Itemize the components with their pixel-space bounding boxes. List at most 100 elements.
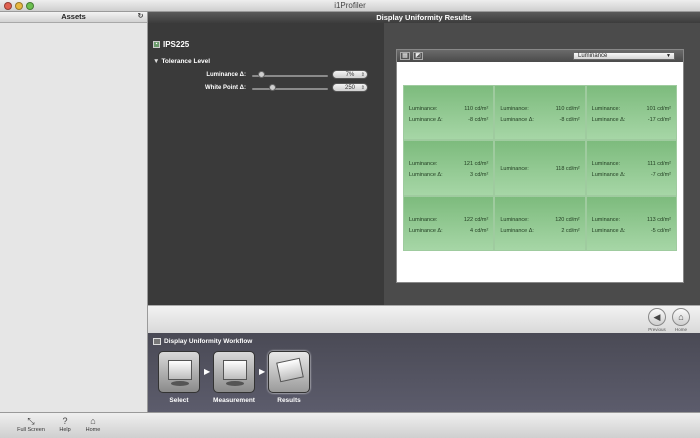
grid-cell-bottom-center: Luminance: 120 cd/m² Luminance Δ: 2 cd/m² [495, 196, 585, 250]
grid-cell-middle-left: Luminance: 121 cd/m² Luminance Δ: 3 cd/m² [404, 141, 494, 195]
chart-view-icon[interactable]: ◩ [413, 52, 423, 60]
arrow-right-icon: ▶ [259, 367, 266, 376]
grid-cell-top-right: Luminance: 101 cd/m² Luminance Δ: -17 cd/m… [586, 86, 676, 140]
fullscreen-icon: ⤡ [27, 416, 35, 426]
home-icon[interactable]: ⌂ [672, 308, 690, 326]
luminance-value: 113 cd/m² [646, 216, 671, 223]
stepper-arrows-icon[interactable]: ⇕ [361, 71, 365, 79]
main-panel: Display Uniformity Results ▪ IPS225 ▼ Tol… [148, 12, 700, 305]
luminance-delta-label: Luminance Δ: [500, 227, 534, 234]
luminance-delta-value: -7 cd/m² [650, 172, 671, 179]
grid-cell-top-center: Luminance: 110 cd/m² Luminance Δ: -8 cd/m² [495, 86, 585, 140]
minimize-window-button[interactable] [15, 2, 23, 10]
metric-dropdown-value: Luminance [578, 53, 608, 59]
zoom-window-button[interactable] [26, 2, 34, 10]
assets-title: Assets [61, 12, 86, 21]
step-select-button[interactable] [158, 351, 200, 393]
luminance-delta-label: Luminance Δ: [591, 227, 626, 234]
step-measurement-label: Measurement [213, 397, 255, 404]
luminance-label: Luminance: [591, 161, 621, 168]
luminance-slider-thumb[interactable] [257, 71, 265, 78]
whitepoint-stepper[interactable]: 250 ⇕ [332, 83, 368, 92]
disclosure-triangle-icon[interactable]: ▼ [153, 58, 159, 65]
results-toolbar: ▦ ◩ Luminance ▼ [397, 50, 683, 62]
luminance-delta-value: 3 cd/m² [469, 172, 489, 179]
luminance-delta-value: -8 cd/m² [559, 117, 580, 123]
settings-panel: ▪ IPS225 ▼ Tolerance Level Luminance Δ: 7… [148, 23, 384, 305]
grid-cell-bottom-right: Luminance: 113 cd/m² Luminance Δ: -5 cd/m² [586, 196, 676, 250]
display-stand-icon [171, 381, 189, 386]
step-select-label: Select [169, 397, 189, 404]
previous-label: Previous [648, 327, 666, 332]
help-icon: ? [62, 416, 68, 426]
luminance-delta-value: -5 cd/m² [650, 227, 671, 234]
home-label: Home [85, 427, 101, 433]
luminance-delta-label: Luminance Δ: [500, 117, 534, 123]
grid-cell-middle-right: Luminance: 111 cd/m² Luminance Δ: -7 cd/m² [586, 141, 676, 195]
window-titlebar: i1Profiler [0, 0, 700, 12]
luminance-label: Luminance: [409, 161, 438, 168]
measurement-icon [223, 360, 247, 380]
luminance-delta-value: 2 cd/m² [561, 227, 580, 234]
chevron-down-icon: ▼ [666, 53, 671, 59]
home-button[interactable]: ⌂ Home [78, 416, 108, 433]
assets-header: Assets ↻ [0, 12, 147, 23]
luminance-delta-value: -8 cd/m² [468, 117, 489, 123]
luminance-label: Luminance: [500, 106, 529, 112]
luminance-delta-label: Luminance Δ: [409, 117, 443, 123]
help-button[interactable]: ? Help [50, 416, 80, 433]
whitepoint-slider[interactable] [252, 88, 328, 90]
luminance-value: 118 cd/m² [555, 166, 580, 173]
luminance-label: Luminance: [500, 166, 529, 173]
luminance-label: Luminance: [591, 216, 621, 223]
display-icon [168, 360, 192, 380]
arrow-right-icon: ▶ [204, 367, 211, 376]
luminance-stepper[interactable]: 7% ⇕ [332, 70, 368, 79]
tolerance-header[interactable]: ▼ Tolerance Level [153, 58, 210, 65]
luminance-delta-label: Luminance Δ: [591, 172, 626, 179]
fullscreen-label: Full Screen [17, 427, 45, 433]
home-icon: ⌂ [90, 416, 96, 426]
metric-dropdown[interactable]: Luminance ▼ [573, 52, 675, 60]
step-results-button[interactable] [268, 351, 310, 393]
luminance-delta-value: 4 cd/m² [469, 227, 489, 234]
grid-cell-center-reference: Luminance: 118 cd/m² [495, 141, 585, 195]
luminance-label: Luminance: [409, 216, 438, 223]
window-title: i1Profiler [334, 1, 366, 10]
workflow-title: Display Uniformity Workflow [164, 338, 253, 345]
display-stand-icon [226, 381, 244, 386]
luminance-label: Luminance: [409, 106, 438, 112]
device-row: ▪ IPS225 [153, 40, 189, 49]
device-name: IPS225 [163, 40, 190, 49]
luminance-value: 121 cd/m² [463, 161, 489, 168]
luminance-delta-label: Luminance Δ: [206, 72, 246, 78]
help-label: Help [59, 427, 71, 433]
whitepoint-value: 250 [344, 85, 355, 91]
stepper-arrows-icon[interactable]: ⇕ [361, 84, 365, 92]
luminance-value: 7% [345, 72, 355, 78]
grid-cell-bottom-left: Luminance: 122 cd/m² Luminance Δ: 4 cd/m² [404, 196, 494, 250]
fullscreen-button[interactable]: ⤡ Full Screen [16, 416, 46, 433]
workflow-icon [153, 338, 161, 345]
home-label: Home [674, 327, 687, 332]
workflow-panel: Display Uniformity Workflow ▶ ▶ Select M… [148, 333, 700, 412]
uniformity-results: ▦ ◩ Luminance ▼ Luminance: 110 cd/m² Lumi… [396, 49, 684, 283]
luminance-label: Luminance: [500, 216, 529, 223]
assets-sidebar: Assets ↻ [0, 12, 148, 412]
luminance-value: 110 cd/m² [464, 106, 489, 112]
tolerance-title: Tolerance Level [161, 58, 211, 65]
previous-button[interactable]: ◀ [648, 308, 666, 326]
grid-cell-top-left: Luminance: 110 cd/m² Luminance Δ: -8 cd/m² [404, 86, 494, 140]
step-results-label: Results [277, 397, 301, 404]
refresh-icon[interactable]: ↻ [136, 13, 145, 21]
luminance-value: 111 cd/m² [647, 161, 671, 168]
whitepoint-delta-label: White Point Δ: [205, 85, 246, 91]
navigation-bar: ◀ Previous ⌂ Home [148, 305, 700, 333]
step-measurement-button[interactable] [213, 351, 255, 393]
luminance-value: 110 cd/m² [555, 106, 580, 112]
report-icon [276, 357, 304, 383]
grid-view-icon[interactable]: ▦ [400, 52, 410, 60]
close-window-button[interactable] [4, 2, 12, 10]
luminance-value: 122 cd/m² [463, 216, 489, 223]
luminance-value: 101 cd/m² [646, 106, 671, 112]
